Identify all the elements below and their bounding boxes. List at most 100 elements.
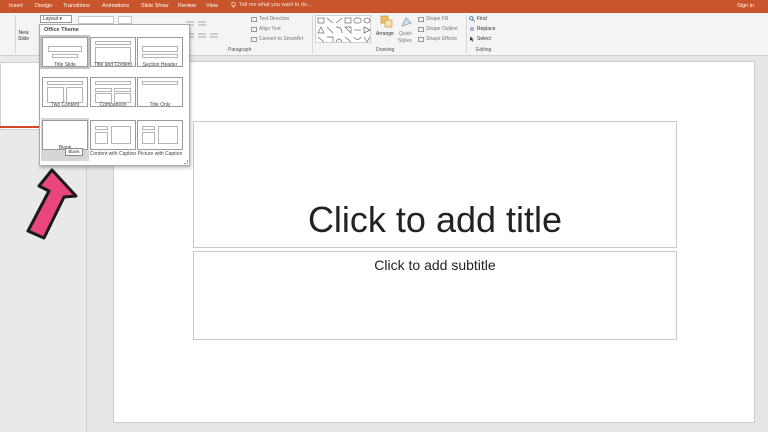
replace-button[interactable]: Replace bbox=[469, 26, 495, 32]
chevron-down-icon: ▾ bbox=[59, 16, 62, 22]
layout-picture-with-caption[interactable] bbox=[137, 120, 183, 150]
layout-shape bbox=[111, 126, 131, 144]
subtitle-placeholder-text: Click to add subtitle bbox=[374, 257, 496, 273]
quick-styles-label-2: Styles bbox=[398, 38, 412, 44]
layout-label: Layout bbox=[43, 16, 59, 22]
shape-fill-label: Shape Fill bbox=[426, 16, 449, 22]
layout-label: Comparison bbox=[99, 102, 127, 108]
search-icon bbox=[469, 16, 475, 22]
replace-icon bbox=[470, 27, 474, 31]
layout-shape bbox=[142, 132, 155, 144]
font-size-box[interactable] bbox=[118, 16, 132, 24]
quick-styles-button[interactable]: Quick bbox=[399, 31, 412, 37]
new-slide-button[interactable]: New Slide bbox=[18, 30, 29, 42]
paragraph-group-label: Paragraph bbox=[228, 47, 252, 53]
pen-icon bbox=[418, 26, 424, 32]
layout-shape bbox=[158, 126, 178, 144]
layout-label: Content with Caption bbox=[89, 151, 137, 157]
find-label: Find bbox=[477, 16, 487, 22]
text-direction-icon bbox=[251, 16, 257, 22]
tab-insert[interactable]: Insert bbox=[9, 3, 23, 9]
layout-dropdown-button[interactable]: Layout ▾ bbox=[40, 15, 72, 23]
layout-shape bbox=[95, 47, 131, 63]
paragraph-controls[interactable] bbox=[184, 19, 224, 41]
layout-shape bbox=[142, 81, 178, 85]
sign-in-link[interactable]: Sign in bbox=[737, 3, 754, 9]
layout-gallery: Office Theme Title Slide Title and Conte… bbox=[39, 24, 190, 166]
layout-shape bbox=[142, 54, 178, 58]
shapes-gallery[interactable] bbox=[315, 15, 371, 43]
tell-me-text: Tell me what you want to do... bbox=[239, 2, 312, 8]
align-text-button[interactable]: Align Text bbox=[251, 26, 281, 32]
shape-outline-button[interactable]: Shape Outline bbox=[418, 26, 458, 32]
tab-slide-show[interactable]: Slide Show bbox=[141, 3, 169, 9]
tab-view[interactable]: View bbox=[206, 3, 218, 9]
layout-label: Two Content bbox=[50, 102, 80, 108]
layout-shape bbox=[95, 81, 131, 85]
font-name-box[interactable] bbox=[78, 16, 114, 24]
convert-smartart-button[interactable]: Convert to SmartArt bbox=[251, 36, 303, 42]
shape-fill-button[interactable]: Shape Fill bbox=[418, 16, 448, 22]
tab-animations[interactable]: Animations bbox=[102, 3, 129, 9]
align-text-icon bbox=[251, 26, 257, 32]
layout-shape bbox=[66, 87, 83, 103]
ribbon-separator bbox=[312, 15, 313, 53]
thumbnail-selection-indicator bbox=[0, 126, 40, 128]
layout-label: Title Only bbox=[149, 102, 171, 108]
layout-shape bbox=[95, 88, 112, 92]
layout-shape bbox=[47, 81, 83, 85]
layout-shape bbox=[114, 88, 131, 92]
select-button[interactable]: Select bbox=[469, 36, 491, 42]
layout-shape bbox=[95, 132, 108, 144]
tab-review[interactable]: Review bbox=[178, 3, 196, 9]
shape-effects-button[interactable]: Shape Effects bbox=[418, 36, 457, 42]
replace-label: Replace bbox=[477, 26, 496, 32]
ribbon-separator bbox=[15, 15, 16, 53]
editing-group-label: Editing bbox=[476, 47, 492, 53]
select-label: Select bbox=[477, 36, 491, 42]
find-button[interactable]: Find bbox=[469, 16, 487, 22]
pointer-arrow-icon bbox=[26, 168, 78, 240]
ribbon-separator bbox=[466, 15, 467, 53]
arrange-button[interactable]: Arrange bbox=[376, 31, 394, 37]
text-direction-label: Text Direction bbox=[259, 16, 290, 22]
tab-design[interactable]: Design bbox=[35, 3, 52, 9]
layout-label: Title Slide bbox=[54, 62, 76, 68]
layout-shape bbox=[47, 87, 64, 103]
layout-label: Title and Content bbox=[94, 62, 132, 68]
resize-grip-icon[interactable] bbox=[184, 160, 188, 164]
slide-thumbnail[interactable] bbox=[0, 62, 44, 130]
layout-shape bbox=[48, 46, 82, 52]
lightbulb-icon bbox=[231, 2, 236, 8]
layout-shape bbox=[142, 46, 178, 52]
layout-label: Picture with Caption bbox=[137, 151, 183, 157]
text-direction-button[interactable]: Text Direction bbox=[251, 16, 289, 22]
subtitle-placeholder[interactable]: Click to add subtitle bbox=[193, 251, 677, 340]
paint-bucket-icon bbox=[418, 16, 424, 22]
layout-shape bbox=[52, 54, 78, 58]
drawing-group-label: Drawing bbox=[376, 47, 395, 53]
layout-shape bbox=[95, 41, 131, 45]
tab-transitions[interactable]: Transitions bbox=[63, 3, 90, 9]
gallery-title: Office Theme bbox=[44, 27, 79, 33]
layout-shape bbox=[95, 126, 108, 130]
title-placeholder[interactable]: Click to add title bbox=[193, 121, 677, 248]
smartart-icon bbox=[251, 36, 257, 42]
quick-styles-icon bbox=[400, 16, 413, 28]
slide-canvas[interactable]: Click to add title Click to add subtitle bbox=[113, 61, 755, 423]
arrange-icon bbox=[380, 15, 394, 29]
ribbon-tab-bar: Insert Design Transitions Animations Sli… bbox=[0, 0, 768, 13]
layout-shape bbox=[142, 126, 155, 130]
shapes-icons bbox=[317, 17, 371, 43]
align-text-label: Align Text bbox=[259, 26, 281, 32]
shape-outline-label: Shape Outline bbox=[426, 26, 458, 32]
layout-label: Section Header bbox=[142, 62, 178, 68]
list-icons bbox=[186, 21, 218, 38]
convert-smartart-label: Convert to SmartArt bbox=[259, 36, 304, 42]
effects-icon bbox=[418, 36, 424, 42]
shape-effects-label: Shape Effects bbox=[426, 36, 458, 42]
tell-me-box[interactable]: Tell me what you want to do... bbox=[231, 2, 311, 8]
layout-content-with-caption[interactable] bbox=[90, 120, 136, 150]
title-placeholder-text: Click to add title bbox=[307, 198, 563, 240]
new-slide-label-2: Slide bbox=[18, 36, 30, 42]
